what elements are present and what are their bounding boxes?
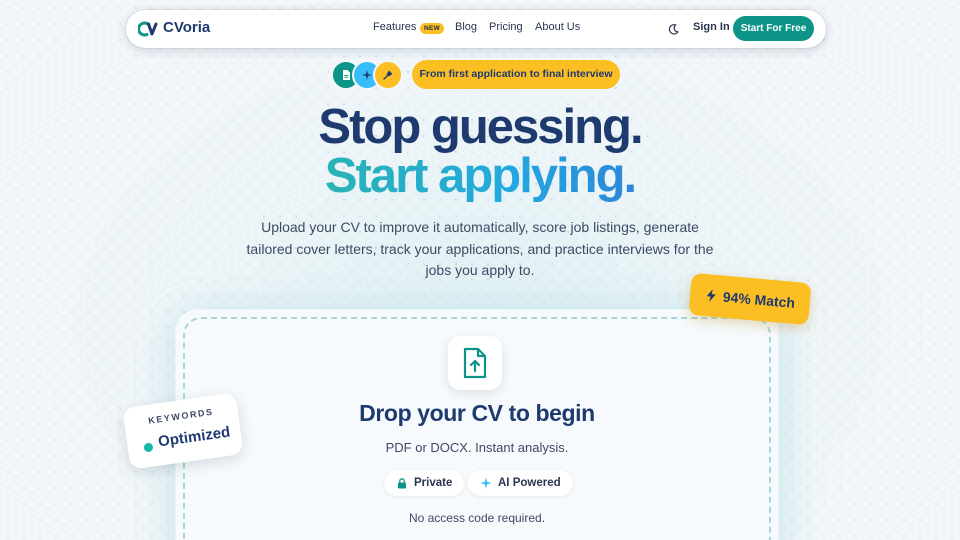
moon-icon[interactable] <box>667 23 680 36</box>
nav-link-about-us[interactable]: About Us <box>535 21 580 33</box>
hero-subtitle: Upload your CV to improve it automatical… <box>246 219 714 278</box>
match-score-text: 94% Match <box>722 288 796 311</box>
sign-in-link[interactable]: Sign In <box>693 21 730 33</box>
lightning-icon <box>706 289 716 302</box>
headline-line-2: Start applying. <box>0 151 960 201</box>
dropzone-formats: PDF or DOCX. Instant analysis. <box>385 440 569 455</box>
start-for-free-button[interactable]: Start For Free <box>733 16 814 41</box>
nav-link-features[interactable]: Features <box>373 21 416 33</box>
navbar: CVoria Features NEW Blog Pricing About U… <box>126 10 826 48</box>
lock-icon <box>398 478 406 489</box>
private-pill: Private <box>384 470 465 496</box>
ai-powered-pill: AI Powered <box>468 470 573 496</box>
sparkle-icon <box>480 477 492 489</box>
logo-icon[interactable] <box>138 19 158 39</box>
microphone-icon <box>373 60 403 90</box>
headline-line-1: Stop guessing. <box>318 100 643 154</box>
status-dot <box>143 442 154 453</box>
file-upload-icon <box>448 336 502 390</box>
brand-name[interactable]: CVoria <box>163 19 210 36</box>
cv-upload-dropzone[interactable]: Drop your CV to begin PDF or DOCX. Insta… <box>176 310 778 540</box>
headline-line-2-text: Start applying. <box>324 149 637 203</box>
nav-link-pricing[interactable]: Pricing <box>489 21 523 33</box>
ai-powered-label: AI Powered <box>498 477 561 489</box>
new-badge: NEW <box>420 23 445 34</box>
dropzone-title: Drop your CV to begin <box>359 400 595 426</box>
private-label: Private <box>414 477 453 489</box>
keywords-value: Optimized <box>157 423 232 451</box>
hero-tagline-badge: From first application to final intervie… <box>412 60 620 89</box>
nav-link-blog[interactable]: Blog <box>455 21 477 33</box>
no-access-code-note: No access code required. <box>408 511 546 525</box>
